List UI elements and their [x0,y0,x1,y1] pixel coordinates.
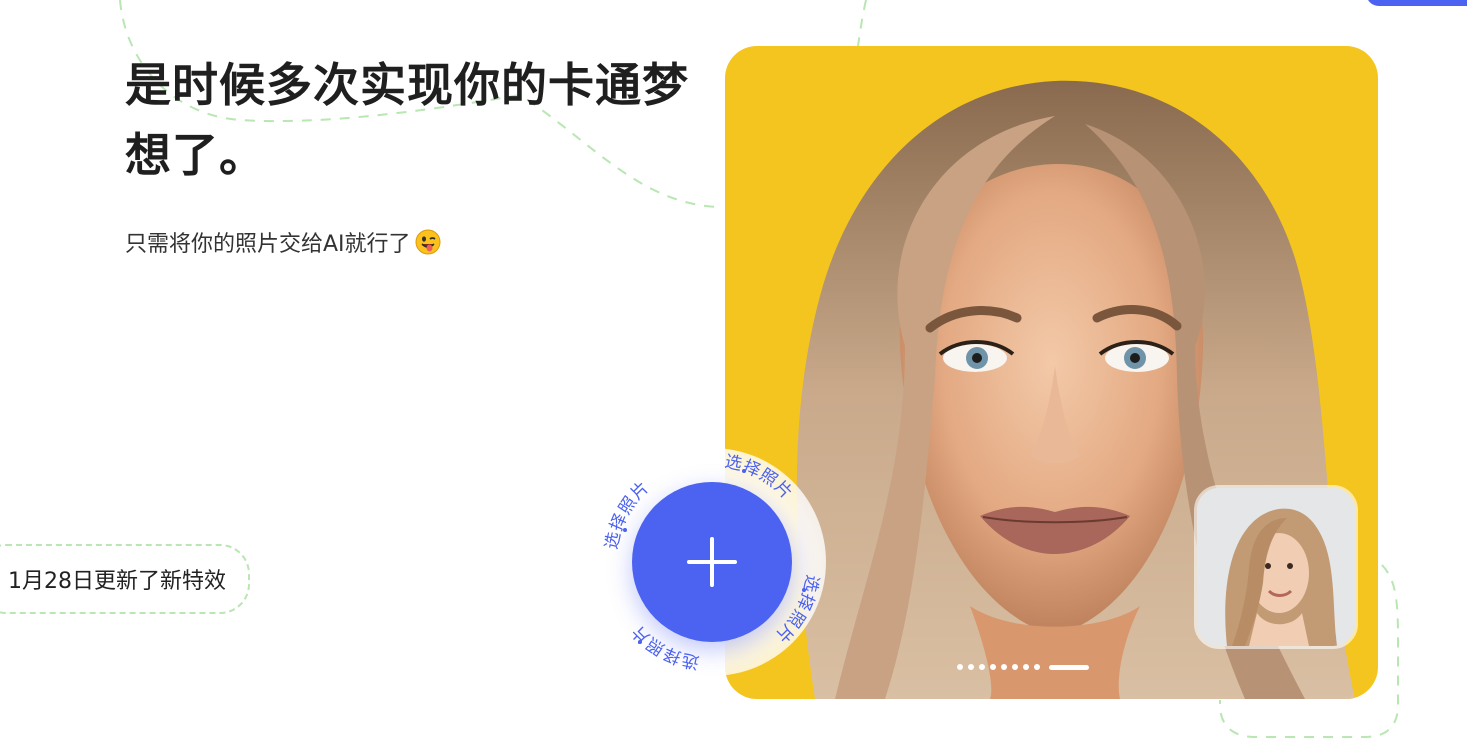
add-photo-button[interactable] [632,482,792,642]
carousel-dot-active[interactable] [1049,664,1089,670]
carousel-dot[interactable] [957,664,963,670]
carousel-dot[interactable] [968,664,974,670]
original-photo-thumbnail[interactable] [1197,488,1355,646]
carousel-dot[interactable] [1023,664,1029,670]
carousel-dot[interactable] [979,664,985,670]
ring-separator-dot [802,588,806,592]
select-photo-button[interactable]: 选择照片 选择照片 选择照片 选择照片 [592,442,832,682]
hero-subtitle-text: 只需将你的照片交给AI就行了 [125,232,411,257]
carousel-dot[interactable] [990,664,996,670]
top-nav-button-edge[interactable] [1366,0,1467,6]
carousel-dot[interactable] [1012,664,1018,670]
hero-subtitle: 只需将你的照片交给AI就行了 [125,226,441,258]
plus-icon [687,537,737,587]
carousel-dot[interactable] [1001,664,1007,670]
original-photo-image [1197,488,1355,646]
ring-separator-dot [638,640,642,644]
ring-separator-dot [742,469,746,473]
carousel-dot[interactable] [1034,664,1040,670]
update-badge[interactable]: 1月28日更新了新特效 [0,544,250,614]
update-badge-label: 1月28日更新了新特效 [8,569,226,594]
carousel-dots [957,664,1089,670]
tongue-wink-emoji-icon [415,229,441,255]
hero-headline: 是时候多次实现你的卡通梦想了。 [125,58,689,182]
ring-separator-dot [623,528,627,532]
